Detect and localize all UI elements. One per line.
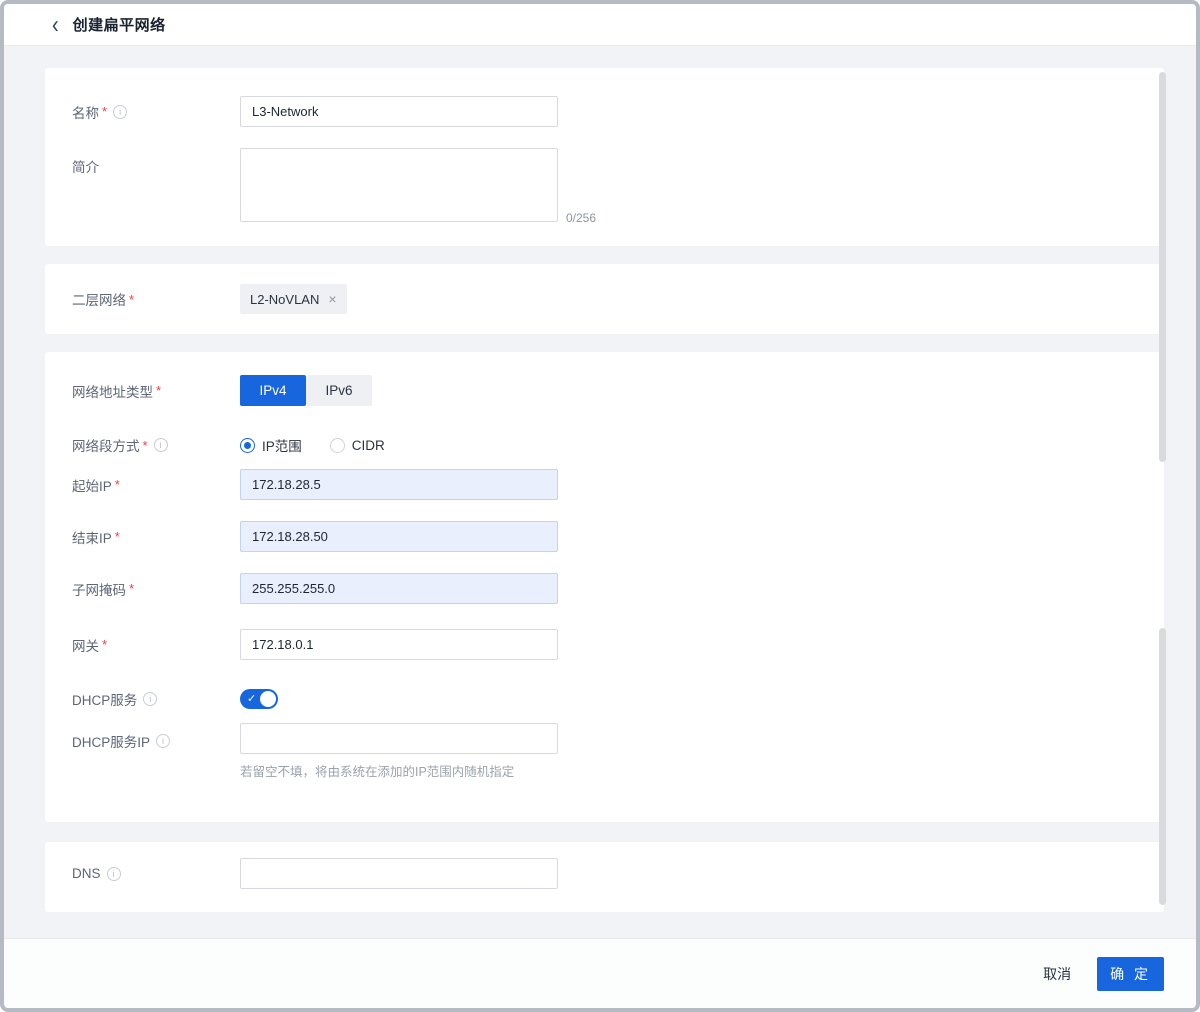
section-network: 网络地址类型 * IPv4 IPv6 网络段方式 * i IP范围 [45, 352, 1164, 822]
required-asterisk: * [129, 581, 134, 596]
segment-mode-label: 网络段方式 * i [72, 435, 240, 455]
row-end-ip: 结束IP * [45, 521, 1164, 552]
row-dhcp-ip: DHCP服务IP i 若留空不填，将由系统在添加的IP范围内随机指定 [45, 723, 1164, 780]
gateway-input[interactable] [240, 629, 558, 660]
name-label: 名称 * i [72, 102, 240, 122]
description-textarea[interactable] [240, 148, 558, 222]
required-asterisk: * [102, 104, 107, 119]
row-description: 简介 0/256 [45, 148, 1164, 227]
addr-type-segmented: IPv4 IPv6 [240, 375, 372, 406]
info-icon[interactable]: i [156, 734, 170, 748]
dhcp-ip-helper: 若留空不填，将由系统在添加的IP范围内随机指定 [240, 761, 558, 780]
dhcp-toggle[interactable]: ✓ [240, 689, 278, 709]
scrollbar-thumb[interactable] [1159, 628, 1166, 905]
required-asterisk: * [102, 637, 107, 652]
info-icon[interactable]: i [154, 438, 168, 452]
create-flat-network-dialog: ‹ 创建扁平网络 名称 * i 简介 0/256 [0, 0, 1200, 1012]
row-addr-type: 网络地址类型 * IPv4 IPv6 [45, 375, 1164, 406]
dhcp-ip-label: DHCP服务IP i [72, 723, 240, 751]
remove-tag-icon[interactable]: × [328, 292, 336, 306]
row-segment-mode: 网络段方式 * i IP范围 CIDR [45, 435, 1164, 455]
dhcp-label: DHCP服务 i [72, 689, 240, 709]
radio-dot [240, 438, 255, 453]
ipv4-tab[interactable]: IPv4 [240, 375, 306, 406]
row-start-ip: 起始IP * [45, 469, 1164, 500]
scrollbar-thumb[interactable] [1159, 72, 1166, 462]
name-input[interactable] [240, 96, 558, 127]
start-ip-label: 起始IP * [72, 475, 240, 495]
netmask-label: 子网掩码 * [72, 579, 240, 599]
row-gateway: 网关 * [45, 629, 1164, 660]
required-asterisk: * [129, 292, 134, 307]
dns-label: DNS i [72, 866, 240, 881]
description-wrap: 0/256 [240, 148, 558, 227]
l2-network-tag[interactable]: L2-NoVLAN × [240, 284, 347, 314]
ipv6-tab[interactable]: IPv6 [306, 375, 372, 406]
cidr-radio[interactable]: CIDR [330, 438, 385, 453]
row-netmask: 子网掩码 * [45, 573, 1164, 604]
required-asterisk: * [143, 438, 148, 453]
description-label: 简介 [72, 148, 240, 176]
page-title: 创建扁平网络 [73, 14, 166, 35]
l2-label: 二层网络 * [72, 289, 240, 309]
toggle-knob [260, 691, 276, 707]
segment-mode-radios: IP范围 CIDR [240, 435, 385, 455]
radio-dot [330, 438, 345, 453]
netmask-input[interactable] [240, 573, 558, 604]
dhcp-ip-input[interactable] [240, 723, 558, 754]
row-l2: 二层网络 * L2-NoVLAN × [45, 284, 1164, 314]
char-counter: 0/256 [566, 211, 596, 225]
ip-range-radio[interactable]: IP范围 [240, 435, 302, 455]
row-dhcp: DHCP服务 i ✓ [45, 689, 1164, 709]
info-icon[interactable]: i [113, 105, 127, 119]
section-l2: 二层网络 * L2-NoVLAN × [45, 264, 1164, 334]
dialog-header: ‹ 创建扁平网络 [4, 4, 1196, 46]
dns-input[interactable] [240, 858, 558, 889]
required-asterisk: * [115, 477, 120, 492]
confirm-button[interactable]: 确 定 [1097, 957, 1164, 991]
start-ip-input[interactable] [240, 469, 558, 500]
gateway-label: 网关 * [72, 635, 240, 655]
back-icon[interactable]: ‹ [52, 12, 59, 37]
required-asterisk: * [115, 529, 120, 544]
end-ip-label: 结束IP * [72, 527, 240, 547]
form-content: 名称 * i 简介 0/256 二层网络 * [4, 46, 1196, 1008]
section-basic: 名称 * i 简介 0/256 [45, 68, 1164, 246]
addr-type-label: 网络地址类型 * [72, 381, 240, 401]
end-ip-input[interactable] [240, 521, 558, 552]
dhcp-ip-wrap: 若留空不填，将由系统在添加的IP范围内随机指定 [240, 723, 558, 780]
dialog-footer: 取消 确 定 [4, 938, 1196, 1008]
check-icon: ✓ [247, 692, 256, 706]
row-name: 名称 * i [45, 96, 1164, 127]
required-asterisk: * [156, 383, 161, 398]
info-icon[interactable]: i [107, 867, 121, 881]
cancel-button[interactable]: 取消 [1043, 964, 1071, 984]
section-dns: DNS i [45, 842, 1164, 912]
row-dns: DNS i [45, 858, 1164, 889]
info-icon[interactable]: i [143, 692, 157, 706]
